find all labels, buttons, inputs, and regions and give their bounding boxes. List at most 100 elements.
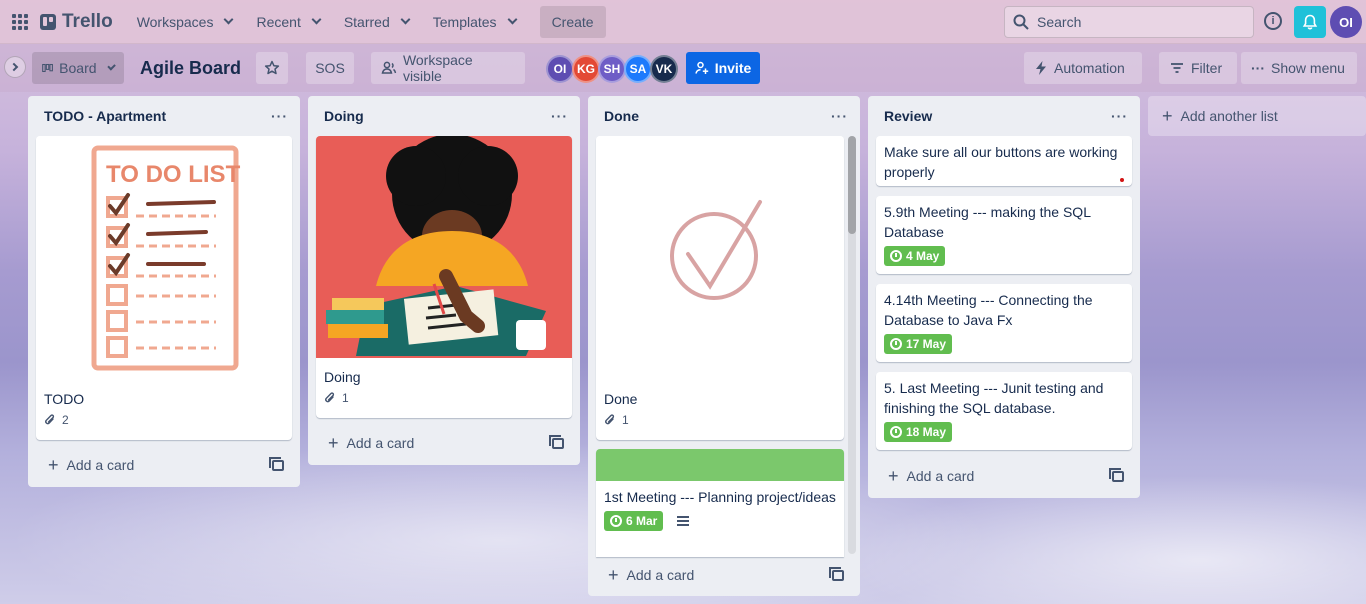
board-view-label: Board (59, 60, 97, 76)
list-header[interactable]: Review ··· (868, 96, 1140, 136)
visibility-button[interactable]: Workspace visible (371, 52, 525, 84)
add-card-label: Add a card (906, 468, 975, 484)
card-template-icon[interactable] (269, 456, 284, 471)
workspaces-menu[interactable]: Workspaces (127, 8, 243, 36)
chevron-down-icon (507, 14, 518, 25)
add-card-button[interactable]: + Add a card (596, 559, 852, 591)
list-header[interactable]: TODO - Apartment ··· (28, 96, 300, 136)
invite-button[interactable]: Invite (686, 52, 760, 84)
card-javafx-meeting[interactable]: 4.14th Meeting --- Connecting the Databa… (876, 284, 1132, 362)
invite-label: Invite (714, 60, 752, 76)
list-scrollbar[interactable] (848, 136, 856, 554)
attachment-badge: 1 (604, 413, 629, 427)
search-box[interactable] (1004, 6, 1254, 38)
app-switcher-icon[interactable] (8, 10, 32, 34)
star-board-button[interactable] (256, 52, 288, 84)
card-template-icon[interactable] (1109, 467, 1124, 482)
automation-button[interactable]: Automation (1024, 52, 1142, 84)
card-badges: 17 May (876, 330, 1132, 360)
due-date-badge[interactable]: 4 May (884, 246, 946, 266)
workspaces-menu-label: Workspaces (136, 13, 214, 30)
sidebar-expand-button[interactable] (4, 56, 26, 78)
card-badges: 1 (316, 387, 572, 411)
clock-icon (890, 338, 902, 350)
list-title[interactable]: Doing (324, 108, 364, 124)
recent-menu[interactable]: Recent (246, 8, 329, 36)
paperclip-icon (45, 414, 55, 425)
card-done[interactable]: Done 1 (596, 136, 844, 440)
due-date-badge[interactable]: 17 May (884, 334, 953, 354)
templates-menu[interactable]: Templates (423, 8, 526, 36)
create-button[interactable]: Create (539, 5, 606, 38)
list-title[interactable]: TODO - Apartment (44, 108, 166, 124)
board-members: OI KG SH SA VK (546, 55, 678, 83)
due-date-badge[interactable]: 18 May (884, 422, 953, 442)
automation-label: Automation (1054, 60, 1125, 76)
add-list-label: Add another list (1180, 108, 1278, 124)
due-date: 6 Mar (626, 514, 658, 528)
starred-menu[interactable]: Starred (334, 8, 419, 36)
list-menu-icon[interactable]: ··· (1111, 108, 1128, 124)
board-title[interactable]: Agile Board (140, 58, 241, 79)
list-done: Done ··· Done 1 1st Meeting --- Planning… (588, 96, 860, 596)
more-icon: ··· (1251, 60, 1265, 76)
lightning-icon (1036, 61, 1046, 75)
member-avatar[interactable]: OI (546, 55, 574, 83)
list-header[interactable]: Doing ··· (308, 96, 580, 136)
trello-logo[interactable]: Trello (40, 11, 113, 33)
member-avatar[interactable]: SH (598, 55, 626, 83)
plus-icon: + (328, 433, 339, 453)
card-doing[interactable]: Doing 1 (316, 136, 572, 418)
notifications-button[interactable] (1294, 6, 1326, 38)
attachment-count: 1 (622, 413, 629, 427)
card-title: 5.9th Meeting --- making the SQL Databas… (884, 204, 1091, 240)
member-avatar[interactable]: KG (572, 55, 600, 83)
list-title[interactable]: Done (604, 108, 639, 124)
card-template-icon[interactable] (549, 434, 564, 449)
member-avatar[interactable]: SA (624, 55, 652, 83)
templates-menu-label: Templates (432, 13, 497, 30)
info-icon[interactable]: i (1264, 12, 1282, 30)
user-avatar[interactable]: OI (1330, 6, 1362, 38)
list-review: Review ··· Make sure all our buttons are… (868, 96, 1140, 498)
add-list-button[interactable]: + Add another list (1148, 96, 1366, 136)
list-header[interactable]: Done ··· (588, 96, 860, 136)
member-avatar[interactable]: VK (650, 55, 678, 83)
card-first-meeting[interactable]: 1st Meeting --- Planning project/ideas 6… (596, 449, 844, 557)
board-view-switcher[interactable]: Board (32, 52, 124, 84)
list-title[interactable]: Review (884, 108, 932, 124)
card-last-meeting[interactable]: 5. Last Meeting --- Junit testing and fi… (876, 372, 1132, 450)
card-title: Done (604, 391, 638, 407)
workspace-visibility-icon (381, 61, 397, 74)
filter-button[interactable]: Filter (1159, 52, 1237, 84)
search-input[interactable] (1037, 14, 1237, 30)
list-menu-icon[interactable]: ··· (551, 108, 568, 124)
add-card-button[interactable]: + Add a card (876, 460, 1132, 492)
visibility-label: Workspace visible (402, 52, 473, 84)
card-todo[interactable]: TO DO LIST TODO 2 (36, 136, 292, 440)
star-icon (264, 60, 280, 75)
bell-icon (1302, 14, 1318, 30)
card-title: 4.14th Meeting --- Connecting the Databa… (884, 292, 1093, 328)
list-menu-icon[interactable]: ··· (831, 108, 848, 124)
search-icon (1013, 14, 1029, 30)
scrollbar-thumb[interactable] (848, 136, 856, 234)
show-menu-button[interactable]: ··· Show menu (1241, 52, 1357, 84)
card-sql-meeting[interactable]: 5.9th Meeting --- making the SQL Databas… (876, 196, 1132, 274)
add-card-label: Add a card (626, 567, 695, 583)
clock-icon (890, 426, 902, 438)
due-date-badge[interactable]: 6 Mar (604, 511, 664, 531)
card-title: Make sure all our buttons are working pr… (884, 144, 1118, 180)
add-card-button[interactable]: + Add a card (316, 427, 572, 459)
card-template-icon[interactable] (829, 566, 844, 581)
sos-workspace-button[interactable]: SOS (306, 52, 354, 84)
trello-logo-icon (40, 13, 56, 30)
card-title: 5. Last Meeting --- Junit testing and fi… (884, 380, 1104, 416)
card-badges: 18 May (876, 418, 1132, 448)
plus-icon: + (48, 455, 59, 475)
list-menu-icon[interactable]: ··· (271, 108, 288, 124)
add-card-button[interactable]: + Add a card (36, 449, 292, 481)
add-card-label: Add a card (66, 457, 135, 473)
card-review-buttons[interactable]: Make sure all our buttons are working pr… (876, 136, 1132, 186)
card-badges: 6 Mar (596, 507, 844, 537)
